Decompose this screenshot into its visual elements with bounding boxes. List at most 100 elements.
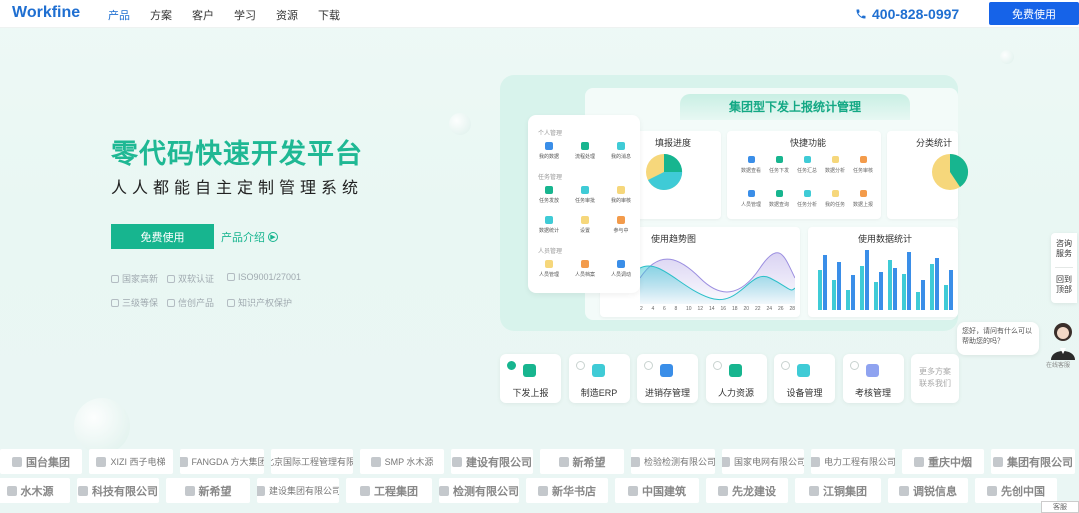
x-tick-label: 22	[755, 306, 761, 312]
client-logo-mark	[987, 485, 997, 496]
usage-bar	[832, 280, 836, 310]
badge-item: ISO9001/27001	[227, 272, 301, 282]
x-tick-label: 20	[743, 306, 750, 312]
client-logo-mark	[558, 456, 569, 467]
quick-function-icon	[748, 190, 755, 197]
sidebar-app-item[interactable]: 流程处理	[570, 142, 600, 160]
sidebar-app-item[interactable]: 我的审核	[606, 186, 636, 204]
client-logo: 建设有限公司	[451, 449, 533, 474]
solution-card-erp[interactable]: 制造ERP	[568, 354, 630, 403]
more-solutions-card[interactable]: 更多方案 联系我们	[911, 354, 959, 403]
free-trial-button-top[interactable]: 免费使用	[989, 2, 1079, 25]
client-name: SMP 水木源	[384, 457, 434, 467]
solution-card-hr[interactable]: 人力资源	[705, 354, 767, 403]
client-name: 国台集团	[26, 456, 70, 469]
usage-bar	[916, 292, 920, 310]
sidebar-app-item[interactable]: 人员档案	[570, 260, 600, 278]
client-name: 检验检测有限公司	[644, 457, 715, 467]
corner-chat-widget[interactable]: 客服	[1041, 501, 1079, 513]
app-label: 人员调动	[610, 272, 631, 278]
phone-contact[interactable]: 400-828-0997	[855, 6, 959, 22]
sidebar-app-item[interactable]: 人员管理	[534, 260, 564, 278]
client-logo: 科技有限公司	[77, 478, 159, 503]
free-trial-button[interactable]: 免费使用	[111, 224, 214, 249]
solution-card-equipment[interactable]: 设备管理	[774, 354, 835, 403]
badge-item: 双软认证	[167, 272, 214, 285]
sidebar-app-item[interactable]: 我的数据	[534, 142, 564, 160]
nav-item-solutions[interactable]: 方案	[150, 7, 172, 23]
nav-item-learn[interactable]: 学习	[234, 7, 256, 23]
sidebar-group-title: 个人管理	[538, 131, 563, 137]
quick-function-icon	[776, 190, 783, 197]
quick-function-icon	[776, 156, 783, 163]
client-logo: 江铜集团	[795, 478, 881, 503]
phone-number: 400-828-0997	[872, 6, 960, 22]
usage-bar	[888, 260, 892, 310]
client-logo-mark	[370, 456, 381, 467]
client-name: 调锐信息	[913, 485, 957, 498]
app-icon	[545, 142, 553, 150]
client-name: 重庆中烟	[928, 456, 972, 469]
pie-chart-left	[646, 153, 683, 190]
agent-label: 在线客服	[1046, 363, 1071, 369]
quick-function-label: 人员管理	[740, 202, 761, 208]
usage-bar	[874, 282, 878, 310]
brand-logo[interactable]: Workfine	[12, 4, 80, 22]
back-to-top-button[interactable]: 回到 顶部	[1051, 275, 1077, 295]
quick-function-label: 我的任务	[824, 202, 845, 208]
quick-function-icon	[832, 156, 839, 163]
client-logo: 建设集团有限公司	[257, 478, 339, 503]
nav-item-resources[interactable]: 资源	[276, 7, 298, 23]
usage-bar	[944, 285, 948, 310]
progress-card-title: 填报进度	[655, 138, 692, 148]
nav-item-customers[interactable]: 客户	[192, 7, 214, 23]
quick-function-icon	[804, 190, 811, 197]
client-logo-mark	[631, 456, 640, 467]
trend-card-title: 使用趋势图	[651, 234, 697, 244]
app-icon	[617, 186, 625, 194]
sidebar-app-item[interactable]: 任务发放	[534, 186, 564, 204]
x-tick-label: 2	[640, 306, 643, 312]
chat-bubble[interactable]: 您好，请问有什么可以帮助您的吗？	[957, 322, 1039, 355]
equipment-icon	[797, 364, 810, 377]
sidebar-group-title: 人员管理	[538, 249, 563, 255]
solution-card-report[interactable]: 下发上报	[500, 354, 561, 403]
hero-title: 零代码快速开发平台	[111, 139, 363, 169]
inventory-icon	[660, 364, 673, 377]
client-name: 先创中国	[1001, 485, 1045, 498]
client-logo-mark	[811, 456, 820, 467]
x-tick-label: 26	[778, 306, 784, 312]
quick-function-icon	[860, 156, 867, 163]
solution-label: 下发上报	[512, 388, 549, 398]
solution-card-inventory[interactable]: 进销存管理	[637, 354, 698, 403]
product-intro-link[interactable]: 产品介绍 ▶	[221, 229, 278, 245]
sidebar-app-item[interactable]: 人员调动	[606, 260, 636, 278]
app-icon	[617, 142, 625, 150]
sidebar-app-item[interactable]: 设置	[570, 216, 600, 234]
main-nav: 产品 方案 客户 学习 资源 下载	[108, 7, 340, 23]
nav-item-download[interactable]: 下载	[318, 7, 340, 23]
nav-item-product[interactable]: 产品	[108, 7, 130, 23]
sidebar-app-item[interactable]: 数据统计	[534, 216, 564, 234]
client-logo-mark	[914, 456, 924, 467]
star-icon	[167, 298, 175, 307]
x-tick-label: 8	[674, 306, 678, 312]
client-name: 新华书店	[552, 485, 596, 498]
app-label: 任务审批	[574, 198, 595, 204]
client-logo-mark	[538, 485, 548, 496]
solution-label: 人力资源	[717, 388, 754, 398]
quick-function-icon	[860, 190, 867, 197]
agent-avatar-icon[interactable]	[1047, 320, 1079, 360]
hero-subtitle: 人人都能自主定制管理系统	[111, 180, 364, 197]
client-logo: XIZI 西子电梯	[89, 449, 173, 474]
quick-function-label: 数据查询	[768, 202, 789, 208]
sidebar-app-item[interactable]: 参与中	[606, 216, 636, 234]
app-icon	[617, 260, 625, 268]
consult-service-button[interactable]: 咨询 服务	[1051, 239, 1077, 259]
solution-card-assessment[interactable]: 考核管理	[842, 354, 904, 403]
sidebar-app-item[interactable]: 任务审批	[570, 186, 600, 204]
app-icon	[581, 142, 589, 150]
client-logo: 检测有限公司	[439, 478, 519, 503]
radio-indicator	[712, 361, 722, 370]
sidebar-app-item[interactable]: 我的消息	[606, 142, 636, 160]
